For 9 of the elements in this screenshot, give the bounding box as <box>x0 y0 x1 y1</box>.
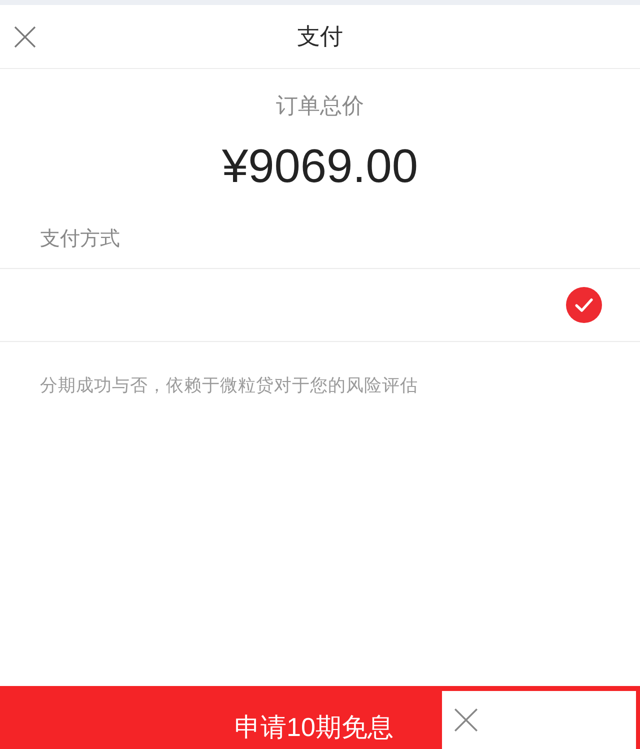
payment-method-label: 支付方式 <box>0 202 640 270</box>
order-total-amount: ¥9069.00 <box>220 138 420 194</box>
close-icon <box>14 26 36 48</box>
page-title: 支付 <box>297 22 343 52</box>
risk-note: 分期成功与否，依赖于微粒贷对于您的风险评估 <box>39 374 419 398</box>
apply-installment-button[interactable]: 申请10期免息 <box>218 686 410 744</box>
order-total-label: 订单总价 <box>275 92 365 120</box>
check-circle-icon[interactable] <box>566 287 602 324</box>
close-icon[interactable] <box>454 708 478 732</box>
